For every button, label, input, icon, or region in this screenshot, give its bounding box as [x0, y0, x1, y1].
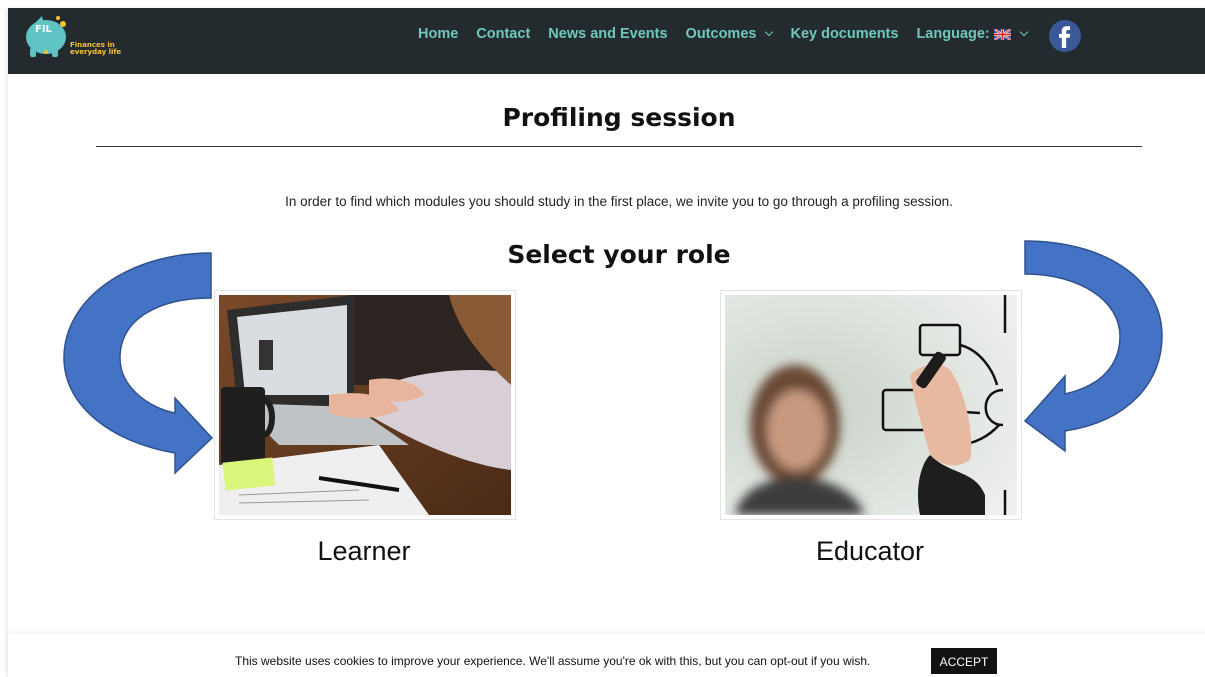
learner-image[interactable] — [219, 295, 511, 515]
curved-arrow-icon — [1023, 240, 1163, 453]
nav-home-label: Home — [418, 26, 459, 42]
cookie-accept-button[interactable]: ACCEPT — [931, 648, 997, 674]
nav-language-label: Language: — [916, 26, 990, 42]
main-nav: Home Contact News and Events Outcomes Ke… — [418, 8, 1045, 60]
educator-image[interactable] — [725, 295, 1017, 515]
nav-news-label: News and Events — [548, 26, 668, 42]
chevron-down-icon — [765, 27, 774, 37]
learner-photo — [219, 295, 511, 515]
cookie-text: This website uses cookies to improve you… — [235, 654, 871, 668]
page: FIL Finances in everyday life Home Conta… — [8, 8, 1205, 677]
intro-text: In order to find which modules you shoul… — [285, 194, 953, 209]
facebook-icon[interactable] — [1049, 20, 1081, 52]
site-header: FIL Finances in everyday life Home Conta… — [8, 8, 1205, 74]
nav-contact[interactable]: Contact — [476, 26, 530, 42]
educator-photo — [725, 295, 1017, 515]
nav-key-documents[interactable]: Key documents — [790, 26, 898, 42]
nav-home[interactable]: Home — [418, 26, 458, 42]
curved-arrow-icon — [63, 252, 214, 475]
nav-key-documents-label: Key documents — [790, 26, 899, 42]
cookie-banner: This website uses cookies to improve you… — [8, 634, 1205, 677]
nav-contact-label: Contact — [476, 26, 531, 42]
uk-flag-icon — [993, 28, 1011, 40]
learner-label[interactable]: Learner — [214, 536, 514, 567]
nav-language[interactable]: Language: — [916, 26, 1029, 42]
educator-label[interactable]: Educator — [720, 536, 1020, 567]
educator-card[interactable] — [720, 290, 1022, 520]
nav-news-events[interactable]: News and Events — [548, 26, 667, 42]
chevron-down-icon — [1019, 27, 1029, 37]
logo-text: FIL — [35, 24, 52, 35]
nav-outcomes-label: Outcomes — [685, 26, 757, 42]
page-title: Profiling session — [502, 103, 736, 132]
nav-outcomes[interactable]: Outcomes — [685, 26, 774, 42]
learner-card[interactable] — [214, 290, 516, 520]
title-divider — [96, 146, 1142, 147]
site-logo[interactable]: FIL Finances in everyday life — [22, 14, 162, 62]
logo-tagline: Finances in everyday life — [70, 41, 122, 56]
